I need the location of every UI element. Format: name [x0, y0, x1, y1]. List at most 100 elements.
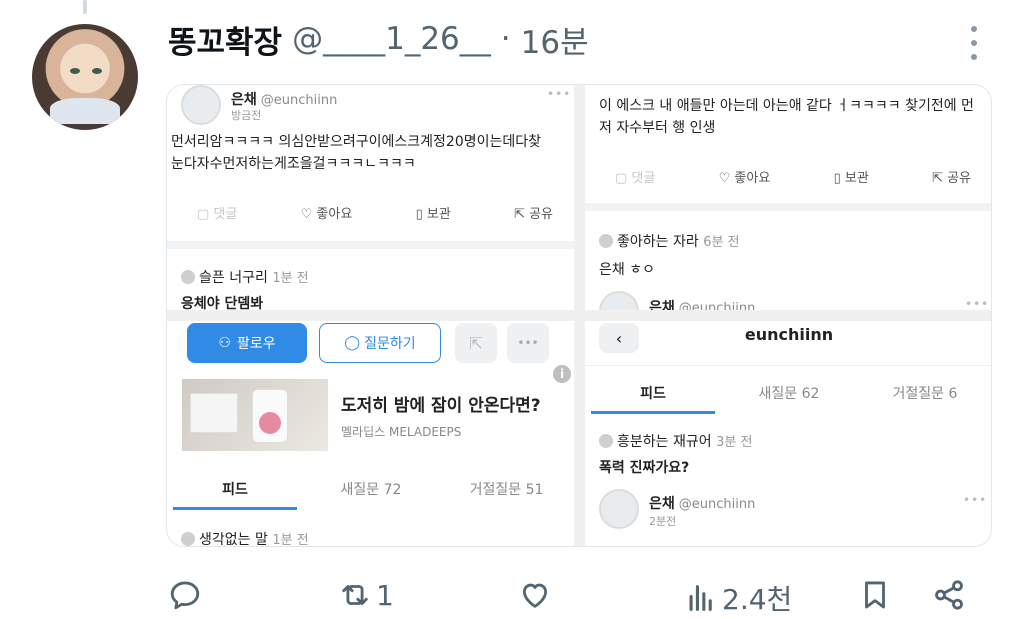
mini-post-line: 눈다자수먼저하는게조을걸ㅋㅋㅋㄴㅋㅋㅋ — [171, 156, 416, 172]
mini-like-action: ♡ 좋아요 — [300, 207, 353, 222]
mini-timestamp: 방금전 — [231, 109, 262, 122]
mini-author-handle: @eunchiinn — [260, 93, 338, 108]
bookmark-icon — [865, 581, 885, 609]
mini-like-action: ♡ 좋아요 — [718, 171, 771, 186]
reply-button[interactable] — [168, 578, 202, 612]
media-grid[interactable]: 은채 @eunchiinn 방금전 ••• 먼서리암ㅋㅋㅋㅋ 의심안받으려구이에스… — [166, 84, 992, 547]
mini-save-action: ▯ 보관 — [833, 171, 869, 186]
mini-share-action: ⇱ 공유 — [514, 207, 553, 222]
retweet-icon — [342, 585, 368, 605]
question-author: 좋아하는 자라 — [617, 234, 699, 250]
tab-new-questions: 새질문 62 — [758, 386, 820, 402]
reply-icon — [170, 581, 200, 610]
mini-author: 은채 @eunchiinn — [649, 493, 755, 513]
header-divider — [585, 365, 991, 366]
ad-image — [182, 379, 328, 451]
profile-tabs: 피드 새질문 62 거절질문 6 — [585, 383, 991, 403]
tab-feed: 피드 — [640, 386, 666, 402]
question-author: 흥분하는 재규어 — [617, 434, 712, 450]
question-text: 폭력 진짜가요? — [599, 460, 690, 476]
product-box — [190, 393, 238, 433]
ask-question-button: ◯ 질문하기 — [319, 323, 441, 363]
mini-author-handle: @eunchiinn — [678, 497, 756, 512]
mini-actions: ▢ 댓글 ♡ 좋아요 ▯ 보관 ⇱ 공유 — [615, 167, 971, 186]
tweet-header: 똥꼬확장 @____1_26__ · 16분 — [168, 14, 589, 64]
views-count: 2.4천 — [722, 583, 793, 616]
avatar-blanket — [50, 98, 120, 124]
mini-post-text: 먼서리암ㅋㅋㅋㅋ 의심안받으려구이에스크계정20명이는데다찾 눈다자수먼저하는게… — [171, 131, 571, 175]
question-author: 생각없는 말 — [199, 532, 268, 547]
retweet-count: 1 — [376, 578, 394, 612]
mini-avatar — [181, 85, 221, 125]
question-ago: 3분 전 — [716, 435, 753, 450]
mini-author-handle: @eunchiinn — [678, 301, 756, 310]
thread-connector — [83, 0, 87, 14]
bookmark-button[interactable] — [858, 578, 892, 612]
tweet-actions: 1 2.4천 — [168, 572, 980, 619]
mini-comment-action: ▢ 댓글 — [615, 171, 656, 186]
question-ago: 6분 전 — [703, 235, 740, 250]
question-meta: 슬픈 너구리 1분 전 — [181, 267, 309, 287]
question-meta: 흥분하는 재규어 3분 전 — [599, 431, 752, 451]
avatar-eye — [92, 68, 102, 74]
question-meta: 생각없는 말 1분 전 — [181, 529, 309, 547]
ad-brand: 멜라딥스 MELADEEPS — [341, 425, 462, 439]
tab-new-questions: 새질문 72 — [340, 482, 402, 498]
user-handle[interactable]: @____1_26__ — [292, 21, 491, 57]
mini-actions: ▢ 댓글 ♡ 좋아요 ▯ 보관 ⇱ 공유 — [197, 203, 553, 222]
product-bottle — [252, 389, 288, 443]
tweet-time[interactable]: 16분 — [521, 17, 589, 62]
question-mark-icon — [599, 234, 613, 248]
share-icon — [935, 580, 963, 610]
avatar-eye — [70, 68, 80, 74]
media-panel-1[interactable]: 은채 @eunchiinn 방금전 ••• 먼서리암ㅋㅋㅋㅋ 의심안받으려구이에스… — [167, 85, 574, 310]
mini-author: 은채 @eunchiinn — [231, 89, 337, 109]
question-meta: 좋아하는 자라 6분 전 — [599, 231, 740, 251]
question-ago: 1분 전 — [272, 271, 309, 286]
active-tab-indicator — [173, 507, 297, 510]
tab-rejected-questions: 거절질문 6 — [892, 386, 958, 402]
user-icon: ⚇ — [218, 335, 231, 351]
mini-more-icon: ••• — [547, 87, 572, 101]
divider-band — [167, 241, 574, 249]
display-name[interactable]: 똥꼬확장 — [168, 17, 282, 62]
ad-title: 도저히 밤에 잠이 안온다면? — [341, 396, 541, 416]
mini-post-line: 이 에스크 내 애들만 아는데 아는애 같다 ㅓㅋㅋㅋㅋ 찾기전에 먼 — [599, 98, 974, 114]
media-panel-4[interactable]: ‹ eunchiinn 피드 새질문 62 거절질문 6 흥분하는 재규어 3분… — [585, 321, 991, 546]
avatar[interactable] — [32, 24, 138, 130]
question-ago: 1분 전 — [272, 533, 309, 547]
follow-button: ⚇ 팔로우 — [187, 323, 307, 363]
profile-name: eunchiinn — [744, 325, 834, 344]
mini-avatar — [599, 291, 639, 310]
media-panel-2[interactable]: 이 에스크 내 애들만 아는데 아는애 같다 ㅓㅋㅋㅋㅋ 찾기전에 먼 저 자수… — [585, 85, 991, 310]
divider-band — [585, 203, 991, 211]
separator-dot: · — [500, 21, 511, 57]
external-share-button: ⇱ — [455, 323, 497, 363]
active-tab-indicator — [591, 411, 715, 414]
mini-post-line: 저 자수부터 행 인생 — [599, 120, 716, 136]
mini-timestamp: 2분전 — [649, 515, 677, 528]
question-text: 은채 ㅎㅇ — [599, 262, 655, 278]
more-options-icon[interactable] — [964, 26, 984, 60]
tab-rejected-questions: 거절질문 51 — [469, 482, 544, 498]
tab-feed: 피드 — [222, 482, 248, 498]
mini-more-icon: ••• — [965, 297, 990, 310]
question-text: 응체야 단뎀봐 — [181, 296, 264, 310]
heart-icon — [522, 583, 548, 608]
question-mark-icon — [181, 532, 195, 546]
views-button[interactable]: 2.4천 — [684, 578, 792, 618]
mini-share-action: ⇱ 공유 — [932, 171, 971, 186]
question-mark-icon — [599, 434, 613, 448]
question-mark-icon — [181, 270, 195, 284]
retweet-button[interactable]: 1 — [338, 578, 394, 612]
mini-comment-action: ▢ 댓글 — [197, 207, 238, 222]
share-button[interactable] — [932, 578, 966, 612]
mini-author-name: 은채 — [649, 300, 675, 310]
media-panel-3[interactable]: ⚇ 팔로우 ◯ 질문하기 ⇱ ••• i 도저히 밤에 잠이 안온다면? 멜라딥스 … — [167, 321, 574, 547]
mini-author-name: 은채 — [649, 496, 675, 512]
like-button[interactable] — [518, 578, 552, 612]
speech-bubble-icon: ◯ — [344, 335, 361, 351]
mini-more-icon: ••• — [963, 493, 988, 507]
mini-author: 은채 @eunchiinn — [649, 297, 755, 310]
follow-label: 팔로우 — [236, 336, 276, 352]
